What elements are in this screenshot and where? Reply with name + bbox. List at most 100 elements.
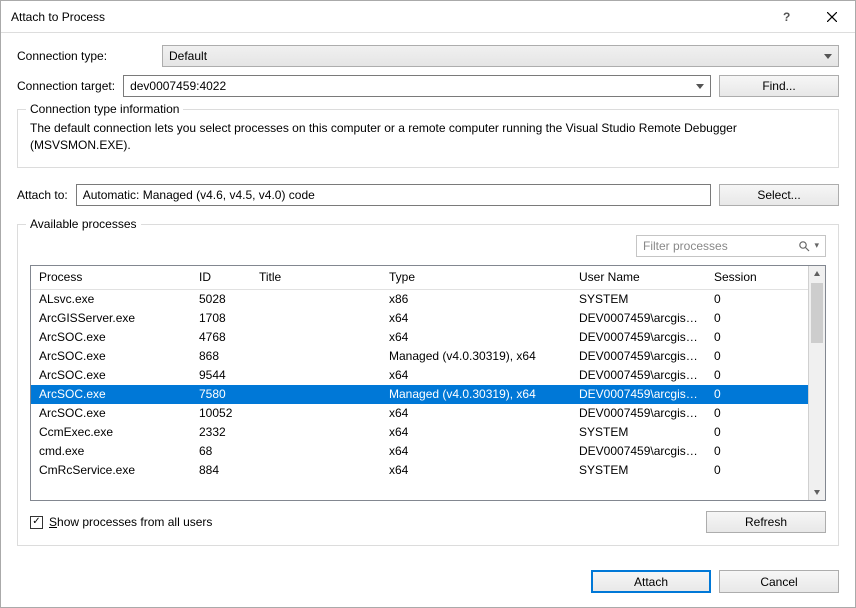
table-body: ALsvc.exe5028x86SYSTEM0ArcGISServer.exe1… <box>31 290 808 500</box>
table-row[interactable]: ArcSOC.exe9544x64DEV0007459\arcgisar...0 <box>31 366 808 385</box>
cancel-button[interactable]: Cancel <box>719 570 839 593</box>
filter-processes-input[interactable]: Filter processes ▾ <box>636 235 826 257</box>
cell: x64 <box>381 406 571 420</box>
chevron-down-icon <box>824 54 832 59</box>
cell: 9544 <box>191 368 251 382</box>
scroll-down-icon[interactable] <box>809 483 825 500</box>
available-processes-legend: Available processes <box>26 217 141 231</box>
cell: DEV0007459\arcgisar... <box>571 406 706 420</box>
close-button[interactable] <box>809 1 855 33</box>
cell: 7580 <box>191 387 251 401</box>
table-row[interactable]: ArcGISServer.exe1708 x64DEV0007459\arcgis… <box>31 309 808 328</box>
cell: CmRcService.exe <box>31 463 191 477</box>
refresh-button[interactable]: Refresh <box>706 511 826 533</box>
cell: 2332 <box>191 425 251 439</box>
cell: x64 <box>381 311 571 325</box>
cell: 4768 <box>191 330 251 344</box>
chevron-down-icon <box>696 84 704 89</box>
cell: ArcSOC.exe <box>31 330 191 344</box>
connection-type-select[interactable]: Default <box>162 45 839 67</box>
table-header: Process ID Title Type User Name Session <box>31 266 808 290</box>
cell: ArcSOC.exe <box>31 406 191 420</box>
cell: DEV0007459\arcgisar... <box>571 444 706 458</box>
cell: 0 <box>706 330 776 344</box>
cell: CcmExec.exe <box>31 425 191 439</box>
cell: 0 <box>706 387 776 401</box>
col-type[interactable]: Type <box>381 270 571 284</box>
cell: Managed (v4.0.30319), x64 <box>381 387 571 401</box>
connection-type-info-group: Connection type information The default … <box>17 109 839 168</box>
cell: SYSTEM <box>571 292 706 306</box>
connection-type-value: Default <box>169 49 207 63</box>
cell: x64 <box>381 463 571 477</box>
table-row[interactable]: ALsvc.exe5028 x86SYSTEM0 <box>31 290 808 309</box>
filter-placeholder: Filter processes <box>643 239 728 253</box>
titlebar: Attach to Process ? <box>1 1 855 33</box>
col-id[interactable]: ID <box>191 270 251 284</box>
cell: ALsvc.exe <box>31 292 191 306</box>
table-row[interactable]: CcmExec.exe2332x64SYSTEM0 <box>31 423 808 442</box>
connection-target-value: dev0007459:4022 <box>130 79 226 93</box>
cell: ArcSOC.exe <box>31 349 191 363</box>
find-button[interactable]: Find... <box>719 75 839 97</box>
attach-to-label: Attach to: <box>17 188 68 202</box>
cell: Managed (v4.0.30319), x64 <box>381 349 571 363</box>
cell: DEV0007459\arcgisar... <box>571 349 706 363</box>
cell: x64 <box>381 330 571 344</box>
table-row[interactable]: ArcSOC.exe4768 x64DEV0007459\arcgisar...0 <box>31 328 808 347</box>
connection-type-info-text: The default connection lets you select p… <box>30 120 826 155</box>
cell: 0 <box>706 444 776 458</box>
available-processes-group: Available processes Filter processes ▾ P… <box>17 224 839 546</box>
attach-to-process-dialog: Attach to Process ? Connection type: Def… <box>0 0 856 608</box>
cell: 0 <box>706 292 776 306</box>
col-user[interactable]: User Name <box>571 270 706 284</box>
show-all-users-label: Show processes from all users <box>49 515 212 529</box>
cell: 68 <box>191 444 251 458</box>
chevron-down-icon: ▾ <box>814 240 819 251</box>
table-row[interactable]: ArcSOC.exe868 Managed (v4.0.30319), x64DE… <box>31 347 808 366</box>
cell: 1708 <box>191 311 251 325</box>
search-icon <box>798 240 810 252</box>
attach-to-value-box: Automatic: Managed (v4.6, v4.5, v4.0) co… <box>76 184 711 206</box>
show-all-users-checkbox[interactable]: ✓ Show processes from all users <box>30 515 212 529</box>
col-title[interactable]: Title <box>251 270 381 284</box>
scroll-track[interactable] <box>809 283 825 483</box>
select-button[interactable]: Select... <box>719 184 839 206</box>
cell: 0 <box>706 311 776 325</box>
cell: DEV0007459\arcgisar... <box>571 368 706 382</box>
cell: x64 <box>381 444 571 458</box>
dialog-body: Connection type: Default Connection targ… <box>1 33 855 560</box>
cell: ArcGISServer.exe <box>31 311 191 325</box>
cell: 0 <box>706 463 776 477</box>
cell: DEV0007459\arcgisar... <box>571 330 706 344</box>
col-process[interactable]: Process <box>31 270 191 284</box>
table-row[interactable]: CmRcService.exe884x64SYSTEM0 <box>31 461 808 480</box>
attach-button[interactable]: Attach <box>591 570 711 593</box>
dialog-footer: Attach Cancel <box>1 560 855 607</box>
cell: 5028 <box>191 292 251 306</box>
cell: 0 <box>706 349 776 363</box>
checkbox-icon: ✓ <box>30 516 43 529</box>
cell: ArcSOC.exe <box>31 387 191 401</box>
cell: SYSTEM <box>571 425 706 439</box>
connection-target-input[interactable]: dev0007459:4022 <box>123 75 711 97</box>
cell: cmd.exe <box>31 444 191 458</box>
cell: 0 <box>706 368 776 382</box>
scroll-thumb[interactable] <box>811 283 823 343</box>
cell: DEV0007459\arcgisar... <box>571 387 706 401</box>
scroll-up-icon[interactable] <box>809 266 825 283</box>
col-session[interactable]: Session <box>706 270 776 284</box>
cell: x86 <box>381 292 571 306</box>
vertical-scrollbar[interactable] <box>808 266 825 500</box>
table-row[interactable]: ArcSOC.exe10052x64DEV0007459\arcgisar...… <box>31 404 808 423</box>
attach-to-value: Automatic: Managed (v4.6, v4.5, v4.0) co… <box>83 188 315 202</box>
cell: DEV0007459\arcgisar... <box>571 311 706 325</box>
process-table: Process ID Title Type User Name Session … <box>30 265 826 501</box>
cell: 0 <box>706 406 776 420</box>
table-row[interactable]: ArcSOC.exe7580 Managed (v4.0.30319), x64D… <box>31 385 808 404</box>
cell: x64 <box>381 425 571 439</box>
table-row[interactable]: cmd.exe68 x64DEV0007459\arcgisar...0 <box>31 442 808 461</box>
help-button[interactable]: ? <box>763 1 809 33</box>
cell: 868 <box>191 349 251 363</box>
connection-type-label: Connection type: <box>17 49 162 63</box>
